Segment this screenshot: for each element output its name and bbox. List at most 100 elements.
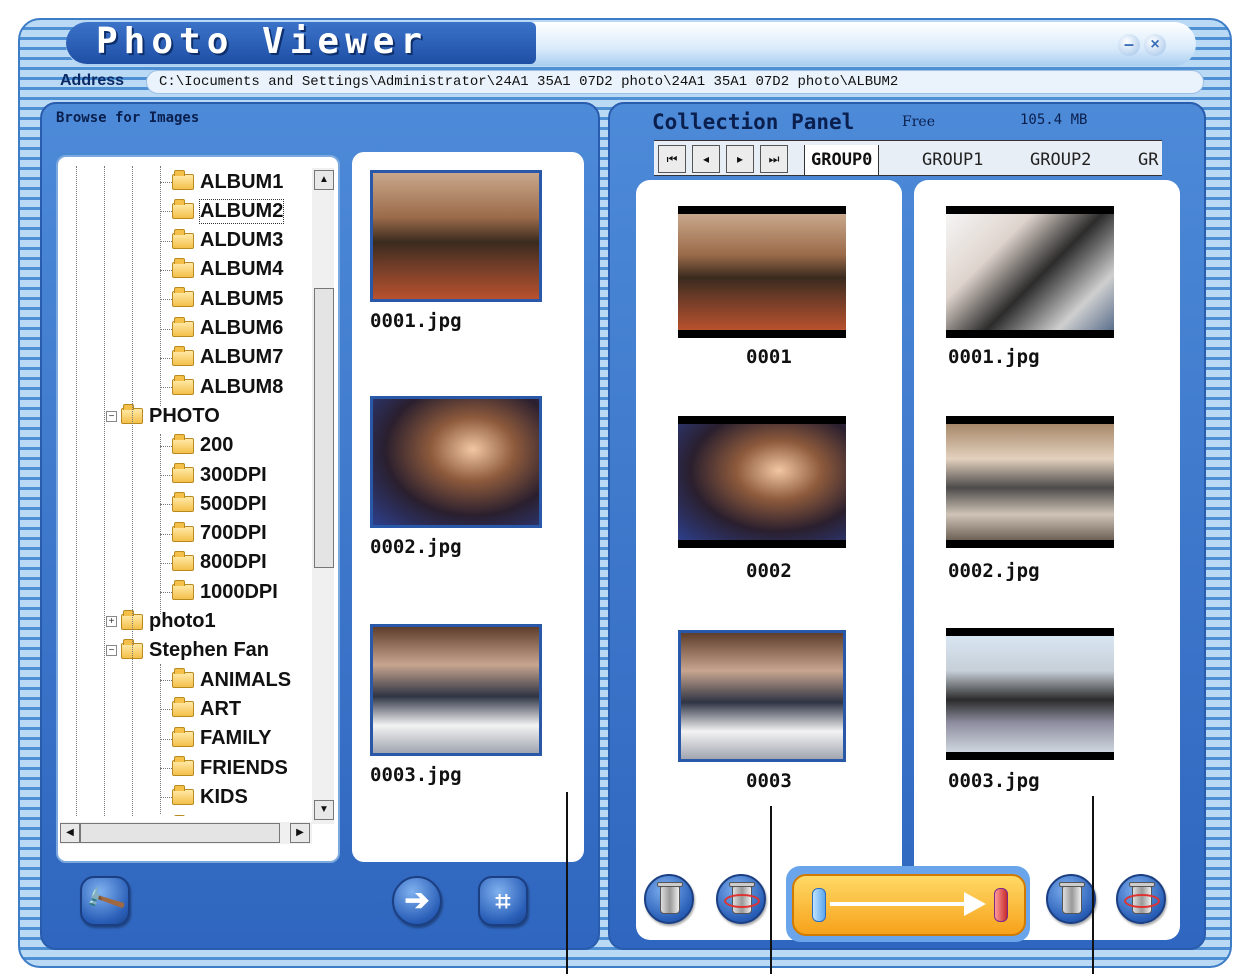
callout-line bbox=[566, 792, 568, 974]
tree-item-700dpi[interactable]: 700DPI bbox=[160, 520, 267, 548]
tree-item-album7[interactable]: ALBUM7 bbox=[160, 344, 283, 372]
tree-item-label: photo1 bbox=[149, 610, 216, 632]
folder-icon bbox=[172, 726, 194, 747]
folder-icon bbox=[172, 375, 194, 396]
tree-guide-line bbox=[76, 166, 77, 816]
tree-item-label: ALDUM3 bbox=[200, 229, 284, 252]
image-caption: 0003.jpg bbox=[370, 764, 462, 786]
tree-item-album8[interactable]: ALBUM8 bbox=[160, 373, 283, 401]
collection-thumbnail[interactable] bbox=[678, 416, 846, 548]
scroll-up-button[interactable]: ▲ bbox=[314, 170, 334, 190]
tree-item-animals[interactable]: ANIMALS bbox=[160, 666, 291, 694]
tab-group1[interactable]: GROUP1 bbox=[916, 145, 989, 175]
prev-tab-button[interactable]: ◂ bbox=[692, 145, 720, 173]
transfer-button[interactable] bbox=[792, 874, 1026, 936]
first-tab-button[interactable]: ⏮ bbox=[658, 145, 686, 173]
crop-button[interactable]: ⌗ bbox=[478, 876, 528, 926]
tree-item-800dpi[interactable]: 800DPI bbox=[160, 549, 267, 577]
tab-group2[interactable]: GROUP2 bbox=[1024, 145, 1097, 175]
tree-vertical-scroll-thumb[interactable] bbox=[314, 288, 334, 568]
collection-thumbnail[interactable] bbox=[946, 206, 1114, 338]
collection-thumbnail-selected[interactable] bbox=[678, 630, 846, 762]
arrowhead bbox=[964, 892, 986, 916]
collection-caption: 0002 bbox=[746, 560, 792, 582]
tab-group3[interactable]: GR bbox=[1132, 145, 1162, 175]
tree-item-art[interactable]: ART bbox=[160, 695, 241, 723]
next-tab-button[interactable]: ▸ bbox=[726, 145, 754, 173]
tab-group0[interactable]: GROUP0 bbox=[804, 145, 880, 175]
collapse-icon[interactable]: − bbox=[106, 645, 117, 657]
tree-item-plants[interactable]: PLANTS bbox=[172, 813, 280, 816]
scroll-right-button[interactable]: ▶ bbox=[290, 823, 310, 843]
tree-item-kids[interactable]: KIDS bbox=[160, 783, 248, 811]
tree-connector bbox=[160, 357, 172, 359]
tree-connector bbox=[160, 592, 172, 594]
tree-item-300dpi[interactable]: 300DPI bbox=[160, 461, 267, 489]
tree-item-500dpi[interactable]: 500DPI bbox=[160, 490, 267, 518]
tree-item-album6[interactable]: ALBUM6 bbox=[160, 315, 284, 343]
tree-connector bbox=[160, 533, 172, 535]
delete-all-button[interactable] bbox=[716, 874, 766, 924]
tree-item-album5[interactable]: ALBUM5 bbox=[160, 285, 284, 313]
folder-icon bbox=[172, 199, 194, 220]
tree-item-aldum3[interactable]: ALDUM3 bbox=[160, 227, 284, 255]
collection-caption: 0003 bbox=[746, 770, 792, 792]
tools-button[interactable]: 🔨 bbox=[80, 876, 130, 926]
window-controls: – × bbox=[1118, 32, 1178, 58]
minimize-button[interactable]: – bbox=[1118, 34, 1140, 56]
tree-item-label: 300DPI bbox=[200, 463, 267, 486]
folder-icon bbox=[172, 550, 194, 571]
tree-item-label: ALBUM6 bbox=[200, 317, 284, 339]
tree-item-label: 500DPI bbox=[200, 492, 267, 515]
folder-icon bbox=[172, 316, 194, 337]
folder-icon bbox=[172, 257, 194, 278]
collapse-icon[interactable]: − bbox=[106, 410, 117, 422]
address-field[interactable]: C:\Iocuments and Settings\Administrator\… bbox=[146, 70, 1204, 94]
tree-item-friends[interactable]: FRIENDS bbox=[160, 754, 288, 782]
folder-icon bbox=[172, 580, 194, 601]
tree-item-label: Stephen Fan bbox=[149, 639, 270, 662]
tree-item-album2[interactable]: ALBUM2 bbox=[160, 197, 285, 225]
expand-icon[interactable]: + bbox=[106, 616, 117, 627]
tree-item-album4[interactable]: ALBUM4 bbox=[160, 256, 284, 284]
tree-item-label: ALBUM4 bbox=[200, 258, 284, 281]
tree-item-stephen-fan[interactable]: − Stephen Fan bbox=[106, 637, 269, 665]
delete-button[interactable] bbox=[644, 874, 694, 924]
callout-line bbox=[1092, 796, 1094, 974]
close-button[interactable]: × bbox=[1144, 34, 1166, 56]
tree-item-label: 200 bbox=[200, 434, 234, 457]
delete-button-right[interactable] bbox=[1046, 874, 1096, 924]
tree-item-label: ALBUM5 bbox=[200, 287, 284, 310]
browse-header: Browse for Images bbox=[56, 110, 200, 126]
collection-thumbnail[interactable] bbox=[946, 416, 1114, 548]
collection-thumbnail[interactable] bbox=[946, 628, 1114, 760]
folder-icon bbox=[172, 228, 194, 249]
tree-item-1000dpi[interactable]: 1000DPI bbox=[160, 578, 278, 606]
tree-item-200[interactable]: 200 bbox=[160, 432, 234, 460]
folder-icon bbox=[172, 785, 194, 806]
tree-horizontal-scroll-thumb[interactable] bbox=[80, 823, 280, 843]
folder-icon bbox=[172, 463, 194, 483]
tree-item-label: KIDS bbox=[200, 785, 248, 808]
tree-item-label: PLANTS bbox=[200, 815, 280, 816]
tree-item-album1[interactable]: ALBUM1 bbox=[160, 168, 283, 196]
delete-all-button-right[interactable] bbox=[1116, 874, 1166, 924]
tree-item-label: FAMILY bbox=[200, 727, 272, 750]
add-to-collection-button[interactable]: ➔ bbox=[392, 876, 442, 926]
collection-caption: 0002.jpg bbox=[948, 560, 1040, 582]
image-thumbnail[interactable] bbox=[370, 396, 542, 528]
tree-item-family[interactable]: FAMILY bbox=[160, 725, 272, 753]
arrow-line bbox=[830, 902, 970, 906]
tree-connector bbox=[160, 299, 172, 301]
last-tab-button[interactable]: ⏭ bbox=[760, 145, 788, 173]
scroll-down-button[interactable]: ▼ bbox=[314, 800, 334, 820]
image-thumbnail[interactable] bbox=[370, 170, 542, 302]
group-tabs: ⏮ ◂ ▸ ⏭ GROUP0 GROUP1 GROUP2 GR bbox=[654, 140, 1162, 176]
tree-connector bbox=[160, 797, 172, 799]
tree-item-photo[interactable]: − PHOTO bbox=[106, 402, 220, 430]
image-thumbnail[interactable] bbox=[370, 624, 542, 756]
tree-connector bbox=[160, 738, 172, 740]
collection-thumbnail[interactable] bbox=[678, 206, 846, 338]
arrow-right-icon: ➔ bbox=[404, 884, 430, 917]
scroll-left-button[interactable]: ◀ bbox=[60, 823, 80, 843]
